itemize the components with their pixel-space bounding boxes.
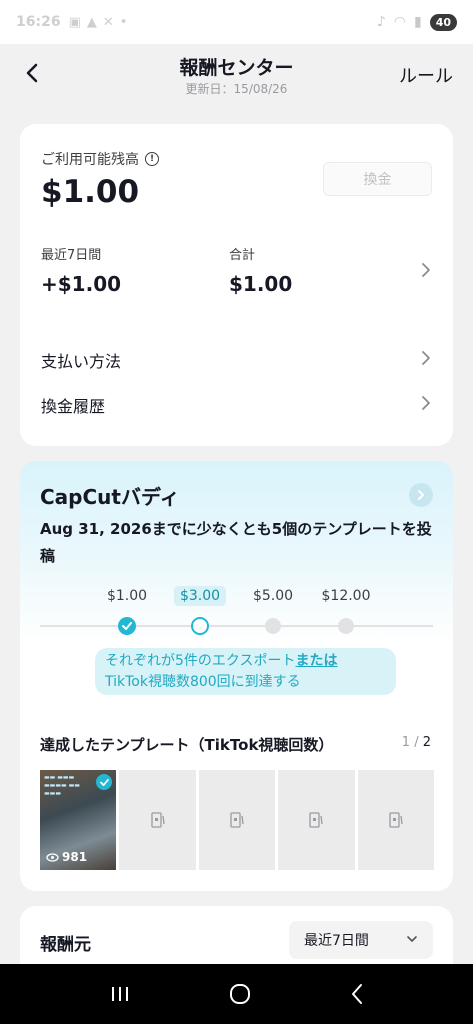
template-placeholder-icon [150, 812, 165, 828]
back-nav-icon[interactable] [350, 983, 364, 1005]
total-label: 合計 [229, 248, 256, 263]
pager-separator: / [414, 735, 419, 750]
progress-track [40, 625, 433, 627]
page-header: 報酬センター 更新日：15/08/26 ルール [0, 44, 473, 112]
withdraw-history-row[interactable]: 換金履歴 [41, 393, 105, 417]
x-icon: ✕ [102, 14, 114, 30]
home-icon[interactable] [228, 982, 252, 1006]
mute-icon: ♪ [376, 14, 386, 30]
hint-text-1: それぞれが5件のエクスポート [105, 653, 296, 669]
notification-icons: ▣ ▲ ✕ • [69, 15, 128, 30]
payment-method-row[interactable]: 支払い方法 [41, 348, 121, 372]
buddy-description: Aug 31, 2026までに少なくとも5個のテンプレートを投稿 [40, 520, 432, 565]
eye-icon [46, 852, 59, 862]
milestone-hint: それぞれが5件のエクスポートまたは TikTok視聴数800回に到達する [95, 648, 396, 695]
warning-icon: ▲ [86, 14, 97, 30]
rules-link[interactable]: ルール [399, 62, 453, 88]
gallery-icon: ▣ [68, 14, 81, 30]
chevron-right-icon [418, 490, 424, 500]
balance-label-row: ご利用可能残高 ! [41, 149, 159, 169]
milestone-label-3: $5.00 [252, 588, 294, 604]
last7-label: 最近7日間 [41, 248, 102, 263]
milestone-label-4: $12.00 [321, 588, 371, 604]
reward-source-title: 報酬元 [40, 935, 91, 955]
period-dropdown[interactable]: 最近7日間 [289, 921, 433, 959]
dot-icon: • [119, 14, 128, 30]
template-thumbnail[interactable]: ▬▬ ▬▬▬ ▬▬▬▬ ▬▬ ▬▬▬ 981 [40, 770, 117, 870]
templates-pager: 1 / 2 [402, 735, 431, 750]
completed-check-icon [96, 774, 113, 790]
info-icon[interactable]: ! [145, 152, 159, 166]
achieved-templates-title: 達成したテンプレート（TikTok視聴回数） [40, 736, 334, 754]
views-number: 981 [62, 850, 88, 864]
template-placeholder [119, 770, 196, 870]
hint-text-2: TikTok視聴数800回に到達する [105, 674, 301, 690]
milestone-dot-done [118, 617, 136, 635]
thumbnail-overlay: ▬▬ ▬▬▬ ▬▬▬▬ ▬▬ ▬▬▬ [44, 774, 80, 797]
hint-or: または [295, 653, 338, 669]
withdraw-button[interactable]: 換金 [323, 162, 432, 196]
signal-icon: ▮ [413, 14, 422, 30]
milestone-dot-current [191, 617, 209, 635]
balance-amount: $1.00 [41, 174, 140, 210]
template-thumbnails: ▬▬ ▬▬▬ ▬▬▬▬ ▬▬ ▬▬▬ 981 [40, 770, 435, 870]
stats-chevron-right-icon[interactable] [421, 262, 431, 278]
balance-card: ご利用可能残高 ! $1.00 換金 最近7日間 +$1.00 合計 $1.00… [20, 124, 453, 446]
template-placeholder-icon [389, 812, 403, 828]
wifi-icon: ◠ [393, 14, 406, 30]
milestone-label-1: $1.00 [106, 588, 148, 604]
pager-current: 1 [401, 735, 411, 750]
status-time: 16:26 [16, 14, 61, 30]
recent-apps-icon[interactable] [109, 984, 131, 1004]
pager-total: 2 [422, 735, 431, 750]
total-value: $1.00 [229, 272, 293, 296]
views-count: 981 [46, 850, 87, 864]
template-placeholder [357, 770, 435, 870]
milestone-label-2: $3.00 [173, 586, 227, 606]
template-placeholder-icon [309, 812, 324, 828]
milestone-dot-pending [338, 618, 354, 634]
buddy-title: CapCutバディ [40, 485, 180, 509]
template-placeholder [278, 770, 355, 870]
check-icon [122, 622, 132, 630]
payment-chevron-right-icon[interactable] [421, 350, 431, 366]
buddy-card: CapCutバディ Aug 31, 2026までに少なくとも5個のテンプレートを… [20, 461, 453, 891]
template-placeholder-icon [230, 812, 244, 828]
last7-value: +$1.00 [41, 272, 122, 296]
template-placeholder [198, 770, 276, 870]
system-nav-bar [0, 964, 473, 1024]
status-right: ♪ ◠ ▮ 40 [376, 13, 457, 31]
milestone-dot-pending [265, 618, 281, 634]
battery-icon: 40 [429, 13, 457, 31]
balance-label: ご利用可能残高 [41, 152, 139, 168]
status-bar: 16:26 ▣ ▲ ✕ • ♪ ◠ ▮ 40 [0, 0, 473, 44]
buddy-arrow-button[interactable] [409, 483, 433, 507]
history-chevron-right-icon[interactable] [421, 395, 431, 411]
period-selected: 最近7日間 [304, 933, 369, 949]
chevron-down-icon [407, 936, 417, 942]
